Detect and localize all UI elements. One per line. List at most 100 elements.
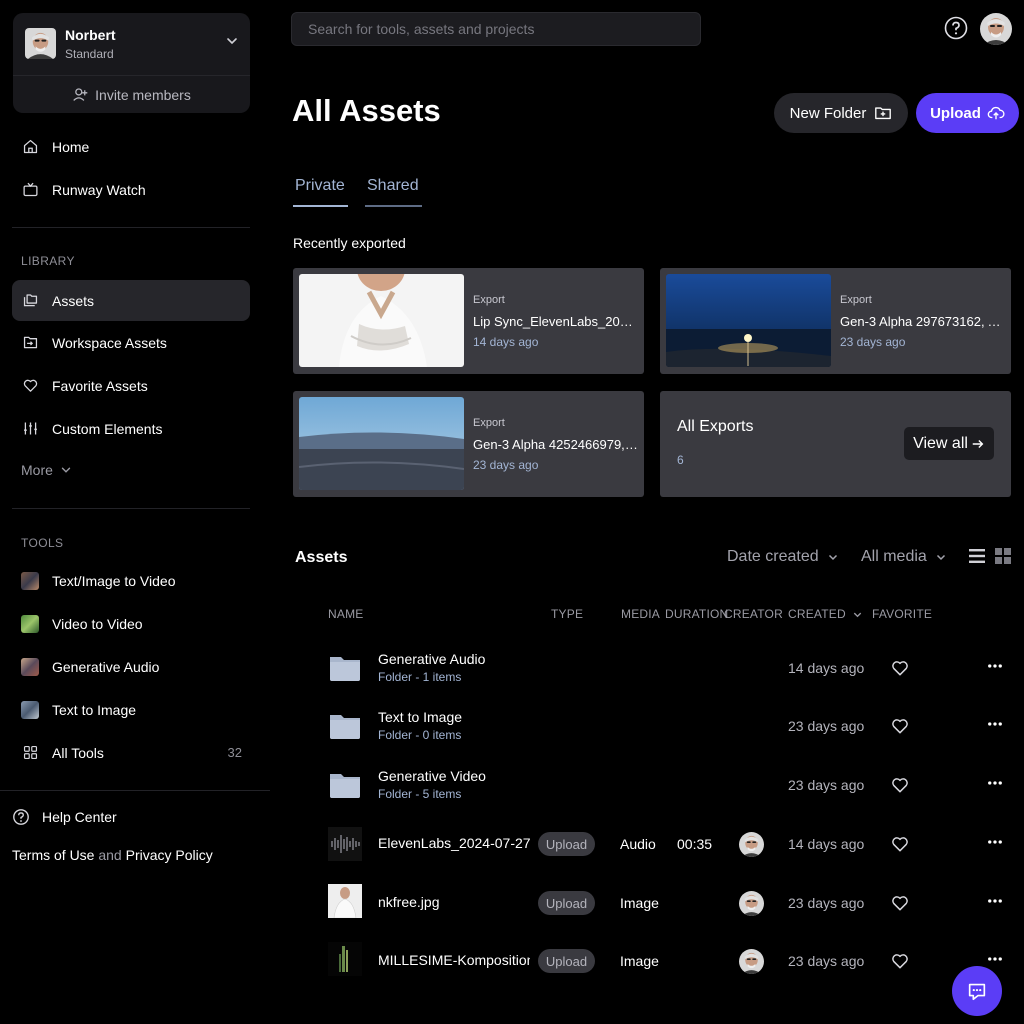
creator-avatar <box>739 891 764 916</box>
asset-name: nkfree.jpg <box>378 894 440 910</box>
table-row[interactable]: MILLESIME-Komposition Upload Image 23 da… <box>290 940 1024 998</box>
sidebar-item-label: Runway Watch <box>52 181 146 198</box>
column-header-name[interactable]: NAME <box>328 607 363 621</box>
more-button[interactable]: More <box>21 462 73 478</box>
recently-exported-label: Recently exported <box>293 235 406 251</box>
chevron-down-icon <box>936 554 945 561</box>
heart-icon[interactable] <box>890 716 910 736</box>
more-options-icon[interactable] <box>986 774 1004 792</box>
all-exports-card: All Exports 6 View all <box>660 391 1011 497</box>
column-header-duration[interactable]: DURATION <box>665 607 728 621</box>
sidebar-item-assets[interactable]: Assets <box>12 280 250 321</box>
table-row[interactable]: Generative Video Folder - 5 items 23 day… <box>290 759 1024 817</box>
table-row[interactable]: Text to Image Folder - 0 items 23 days a… <box>290 700 1024 758</box>
export-card[interactable]: Export Lip Sync_ElevenLabs_2024-07-27 14… <box>293 268 644 374</box>
column-header-media[interactable]: MEDIA <box>621 607 660 621</box>
arrow-right-icon <box>972 439 984 448</box>
workspace-switcher[interactable]: Norbert Standard Invite members <box>13 13 250 113</box>
sidebar-item-label: Workspace Assets <box>52 334 167 351</box>
folder-icon <box>328 767 362 801</box>
sidebar-item-custom-elements[interactable]: Custom Elements <box>12 408 250 449</box>
invite-members-button[interactable]: Invite members <box>13 76 250 113</box>
help-icon <box>13 809 29 825</box>
profile-avatar[interactable] <box>980 13 1012 45</box>
export-kind: Export <box>473 294 505 306</box>
help-icon[interactable] <box>944 16 968 40</box>
export-date: 23 days ago <box>840 335 906 349</box>
heart-icon[interactable] <box>890 658 910 678</box>
more-options-icon[interactable] <box>986 892 1004 910</box>
search-bar[interactable] <box>291 12 701 46</box>
sort-dropdown[interactable]: Date created <box>727 548 839 566</box>
sidebar-item-favorite-assets[interactable]: Favorite Assets <box>12 365 250 406</box>
heart-icon[interactable] <box>890 893 910 913</box>
list-view-icon[interactable] <box>968 547 986 565</box>
chat-support-button[interactable] <box>952 966 1002 1016</box>
more-options-icon[interactable] <box>986 950 1004 968</box>
terms-link[interactable]: Terms of Use <box>12 847 94 863</box>
export-card[interactable]: Export Gen-3 Alpha 4252466979, A seascap… <box>293 391 644 497</box>
upload-button[interactable]: Upload <box>916 93 1019 133</box>
sidebar-item-label: Video to Video <box>52 615 143 632</box>
tv-icon <box>21 181 39 199</box>
home-icon <box>21 138 39 156</box>
grid-view-icon[interactable] <box>994 547 1012 565</box>
media-filter-label: All media <box>861 548 927 565</box>
more-options-icon[interactable] <box>986 715 1004 733</box>
heart-icon <box>21 377 39 395</box>
sidebar-item-video-to-video[interactable]: Video to Video <box>12 603 250 644</box>
privacy-link[interactable]: Privacy Policy <box>126 847 213 863</box>
new-folder-label: New Folder <box>789 104 867 122</box>
more-options-icon[interactable] <box>986 833 1004 851</box>
folder-icon <box>328 708 362 742</box>
and-text: and <box>98 847 122 863</box>
workspace-folder-icon <box>21 334 39 352</box>
tab-private[interactable]: Private <box>293 177 348 207</box>
creator-avatar <box>739 832 764 857</box>
all-exports-count: 6 <box>677 453 684 467</box>
all-exports-title: All Exports <box>677 418 754 435</box>
asset-created: 14 days ago <box>788 836 864 852</box>
search-input[interactable] <box>308 21 700 37</box>
table-row[interactable]: ElevenLabs_2024-07-27 Upload Audio 00:35… <box>290 823 1024 881</box>
column-header-created[interactable]: CREATED <box>788 607 863 621</box>
heart-icon[interactable] <box>890 951 910 971</box>
help-center-link[interactable]: Help Center <box>12 808 117 826</box>
column-header-favorite[interactable]: FAVORITE <box>872 607 932 621</box>
user-row[interactable]: Norbert Standard <box>13 13 250 75</box>
heart-icon[interactable] <box>890 834 910 854</box>
chevron-down-icon <box>853 612 862 617</box>
sidebar-item-label: Custom Elements <box>52 420 163 437</box>
view-all-button[interactable]: View all <box>904 427 994 460</box>
sidebar-item-home[interactable]: Home <box>12 126 250 167</box>
sidebar-item-runway-watch[interactable]: Runway Watch <box>12 169 250 210</box>
sidebar-item-text-to-image[interactable]: Text to Image <box>12 689 250 730</box>
grid-icon <box>21 744 39 762</box>
creator-avatar <box>739 949 764 974</box>
export-kind: Export <box>473 417 505 429</box>
folders-icon <box>21 292 39 310</box>
column-header-creator[interactable]: CREATOR <box>724 607 783 621</box>
export-thumbnail <box>666 274 831 367</box>
export-card[interactable]: Export Gen-3 Alpha 297673162, A flashlig… <box>660 268 1011 374</box>
created-header-label: CREATED <box>788 607 846 621</box>
column-header-type[interactable]: TYPE <box>551 607 583 621</box>
sidebar-item-text-image-to-video[interactable]: Text/Image to Video <box>12 560 250 601</box>
tab-shared[interactable]: Shared <box>365 177 422 207</box>
heart-icon[interactable] <box>890 775 910 795</box>
chevron-down-icon[interactable] <box>224 33 240 49</box>
tool-thumbnail <box>21 700 39 719</box>
sidebar-item-generative-audio[interactable]: Generative Audio <box>12 646 250 687</box>
table-row[interactable]: nkfree.jpg Upload Image 23 days ago <box>290 882 1024 940</box>
new-folder-button[interactable]: New Folder <box>774 93 908 133</box>
sidebar-item-all-tools[interactable]: All Tools 32 <box>12 732 250 773</box>
media-filter-dropdown[interactable]: All media <box>861 548 947 566</box>
user-name: Norbert <box>65 27 116 43</box>
type-badge: Upload <box>538 949 595 973</box>
sidebar-item-workspace-assets[interactable]: Workspace Assets <box>12 322 250 363</box>
asset-created: 23 days ago <box>788 895 864 911</box>
table-row[interactable]: Generative Audio Folder - 1 items 14 day… <box>290 642 1024 700</box>
export-date: 23 days ago <box>473 458 539 472</box>
chevron-down-icon <box>61 467 71 473</box>
more-options-icon[interactable] <box>986 657 1004 675</box>
